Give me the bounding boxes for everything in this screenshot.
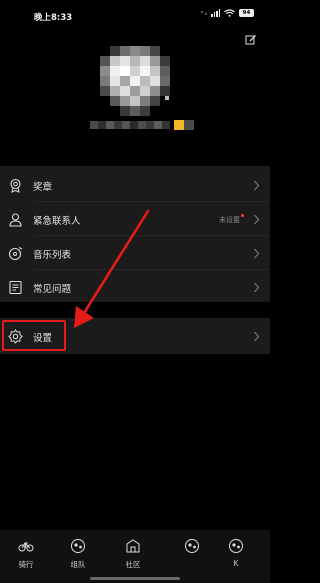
annotation-arrow xyxy=(74,209,150,328)
tab-team[interactable]: 组队 xyxy=(58,538,98,578)
team-icon xyxy=(71,539,85,553)
home-indicator xyxy=(90,577,180,580)
tab-label-5: K xyxy=(233,559,239,568)
tab-label-team: 组队 xyxy=(70,560,86,569)
tab-4[interactable] xyxy=(172,538,212,578)
tab-icon xyxy=(229,539,243,553)
tab-label-ride: 骑行 xyxy=(18,560,34,569)
tab-5[interactable]: K xyxy=(216,538,256,578)
tab-ride[interactable]: 骑行 xyxy=(6,538,46,578)
tab-label-community: 社区 xyxy=(125,560,141,569)
tab-bar: 骑行 组队 社区 K xyxy=(0,530,270,583)
bicycle-icon xyxy=(18,542,34,552)
tab-community[interactable]: 社区 xyxy=(113,538,153,578)
community-icon xyxy=(126,539,140,553)
tab-icon xyxy=(185,539,199,553)
